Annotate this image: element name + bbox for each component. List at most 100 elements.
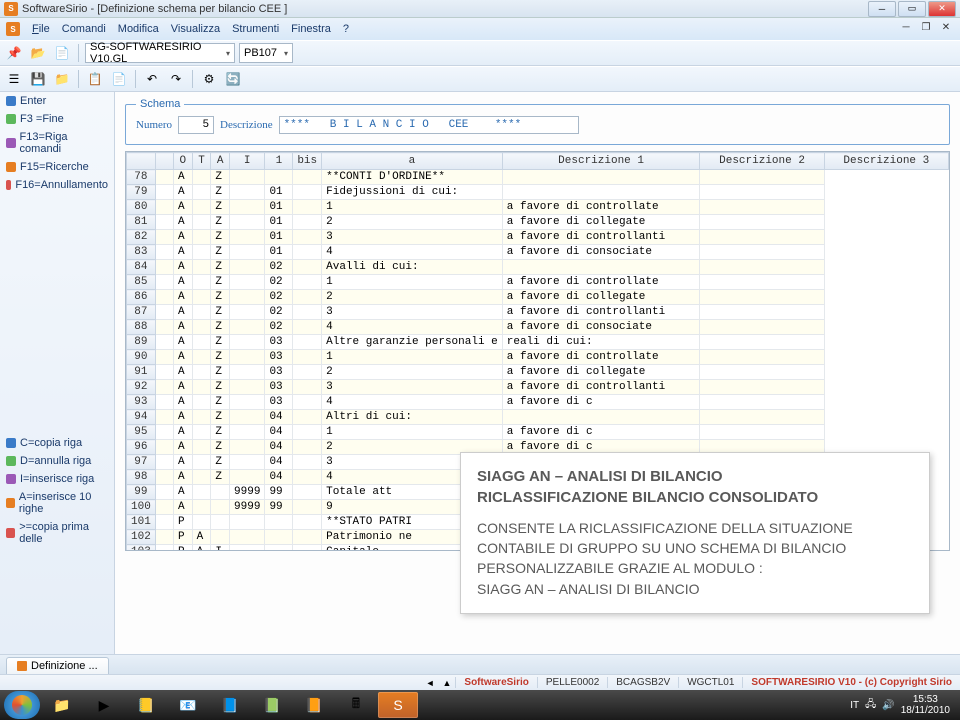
minimize-button[interactable]: ─: [868, 1, 896, 17]
table-row[interactable]: 82AZ013a favore di controllanti: [127, 230, 949, 245]
window-title: SoftwareSirio - [Definizione schema per …: [22, 3, 868, 15]
grid-header[interactable]: Descrizione 2: [700, 153, 824, 170]
redo-icon[interactable]: ↷: [166, 69, 186, 89]
table-row[interactable]: 90AZ031a favore di controllate: [127, 350, 949, 365]
maximize-button[interactable]: ▭: [898, 1, 926, 17]
table-row[interactable]: 89AZ03Altre garanzie personali ereali di…: [127, 335, 949, 350]
grid-header[interactable]: 1: [265, 153, 293, 170]
menu-finestra[interactable]: Finestra: [285, 23, 337, 35]
table-row[interactable]: 78AZ**CONTI D'ORDINE**: [127, 170, 949, 185]
copy-icon[interactable]: 📋: [85, 69, 105, 89]
sidebar-item-d[interactable]: D=annulla riga: [0, 452, 114, 470]
task-calc[interactable]: 🖩: [336, 692, 376, 718]
sidebar-item-f16[interactable]: F16=Annullamento: [0, 176, 114, 194]
table-row[interactable]: 85AZ021a favore di controllate: [127, 275, 949, 290]
descrizione-input[interactable]: [279, 116, 579, 134]
menu-file[interactable]: File: [26, 23, 56, 35]
task-word[interactable]: 📘: [210, 692, 250, 718]
table-row[interactable]: 95AZ041a favore di c: [127, 425, 949, 440]
folder-icon[interactable]: 📁: [52, 69, 72, 89]
overlay-heading: SIAGG AN – ANALISI DI BILANCIO RICLASSIF…: [477, 467, 913, 508]
table-row[interactable]: 94AZ04Altri di cui:: [127, 410, 949, 425]
start-button[interactable]: [4, 691, 40, 719]
grid-header[interactable]: O: [173, 153, 192, 170]
menu-visualizza[interactable]: Visualizza: [165, 23, 226, 35]
module-combo[interactable]: PB107: [239, 43, 293, 63]
status-prev-icon[interactable]: ◄: [422, 678, 439, 688]
sidebar: EnterF3 =FineF13=Riga comandiF15=Ricerch…: [0, 92, 115, 654]
content-area: Schema Numero Descrizione OTAI1bisaDescr…: [115, 92, 960, 654]
grid-header[interactable]: a: [322, 153, 503, 170]
doc-icon[interactable]: 📄: [52, 43, 72, 63]
numero-input[interactable]: [178, 116, 214, 134]
save-icon[interactable]: 💾: [28, 69, 48, 89]
tab-icon: [17, 661, 27, 671]
tray-net-icon[interactable]: 🖧: [865, 697, 876, 714]
table-row[interactable]: 91AZ032a favore di collegate: [127, 365, 949, 380]
task-softwaresirio[interactable]: S: [378, 692, 418, 718]
table-row[interactable]: 93AZ034a favore di c: [127, 395, 949, 410]
tool-icon[interactable]: ⚙: [199, 69, 219, 89]
table-row[interactable]: 87AZ023a favore di controllanti: [127, 305, 949, 320]
sidebar-icon: [6, 438, 16, 448]
mdi-close-button[interactable]: ✕: [938, 22, 954, 36]
mdi-tab-definizione[interactable]: Definizione ...: [6, 657, 109, 674]
app-icon: S: [4, 2, 18, 16]
sidebar-item-a[interactable]: A=inserisce 10 righe: [0, 488, 114, 518]
grid-header[interactable]: [155, 153, 173, 170]
menu-strumenti[interactable]: Strumenti: [226, 23, 285, 35]
grid-header[interactable]: bis: [293, 153, 322, 170]
grid-header[interactable]: Descrizione 1: [502, 153, 700, 170]
menu-bar: S File Comandi Modifica Visualizza Strum…: [0, 18, 960, 40]
menu-comandi[interactable]: Comandi: [56, 23, 112, 35]
menu-help[interactable]: ?: [337, 23, 355, 35]
task-media[interactable]: ▶: [84, 692, 124, 718]
pin-icon[interactable]: 📌: [4, 43, 24, 63]
table-row[interactable]: 84AZ02Avalli di cui:: [127, 260, 949, 275]
refresh-icon[interactable]: 🔄: [223, 69, 243, 89]
sidebar-icon: [6, 180, 11, 190]
task-explorer[interactable]: 📁: [42, 692, 82, 718]
paste-icon[interactable]: 📄: [109, 69, 129, 89]
sidebar-item-ge[interactable]: >=copia prima delle: [0, 518, 114, 548]
open-icon[interactable]: 📂: [28, 43, 48, 63]
table-row[interactable]: 80AZ011a favore di controllate: [127, 200, 949, 215]
system-tray[interactable]: IT 🖧 🔊 15:5318/11/2010: [850, 694, 956, 716]
menu-modifica[interactable]: Modifica: [112, 23, 165, 35]
undo-icon[interactable]: ↶: [142, 69, 162, 89]
mdi-restore-button[interactable]: ❐: [918, 22, 934, 36]
tray-clock[interactable]: 15:5318/11/2010: [901, 694, 950, 716]
sidebar-item-i[interactable]: I=inserisce riga: [0, 470, 114, 488]
close-button[interactable]: ✕: [928, 1, 956, 17]
schema-fieldset: Schema Numero Descrizione: [125, 98, 950, 145]
sidebar-item-f3[interactable]: F3 =Fine: [0, 110, 114, 128]
grid-header[interactable]: T: [192, 153, 211, 170]
window-titlebar: S SoftwareSirio - [Definizione schema pe…: [0, 0, 960, 18]
numero-label: Numero: [136, 119, 172, 131]
sidebar-item-c[interactable]: C=copia riga: [0, 434, 114, 452]
sidebar-item-f15[interactable]: F15=Ricerche: [0, 158, 114, 176]
table-row[interactable]: 86AZ022a favore di collegate: [127, 290, 949, 305]
tray-lang[interactable]: IT: [850, 700, 859, 711]
task-notes[interactable]: 📒: [126, 692, 166, 718]
env-combo[interactable]: SG-SOFTWARESIRIO V10.GL: [85, 43, 235, 63]
sidebar-item-f13[interactable]: F13=Riga comandi: [0, 128, 114, 158]
grid-header[interactable]: A: [211, 153, 230, 170]
status-app: SoftwareSirio: [455, 677, 536, 688]
new-icon[interactable]: ☰: [4, 69, 24, 89]
mdi-minimize-button[interactable]: ─: [898, 22, 914, 36]
table-row[interactable]: 88AZ024a favore di consociate: [127, 320, 949, 335]
tray-vol-icon[interactable]: 🔊: [882, 700, 894, 711]
task-ppt[interactable]: 📙: [294, 692, 334, 718]
sidebar-item-enter[interactable]: Enter: [0, 92, 114, 110]
table-row[interactable]: 81AZ012a favore di collegate: [127, 215, 949, 230]
task-outlook[interactable]: 📧: [168, 692, 208, 718]
status-up-icon[interactable]: ▲: [438, 678, 455, 688]
grid-header[interactable]: I: [230, 153, 265, 170]
table-row[interactable]: 92AZ033a favore di controllanti: [127, 380, 949, 395]
task-excel[interactable]: 📗: [252, 692, 292, 718]
table-row[interactable]: 79AZ01Fidejussioni di cui:: [127, 185, 949, 200]
grid-header[interactable]: Descrizione 3: [824, 153, 948, 170]
table-row[interactable]: 83AZ014a favore di consociate: [127, 245, 949, 260]
schema-legend: Schema: [136, 98, 184, 110]
